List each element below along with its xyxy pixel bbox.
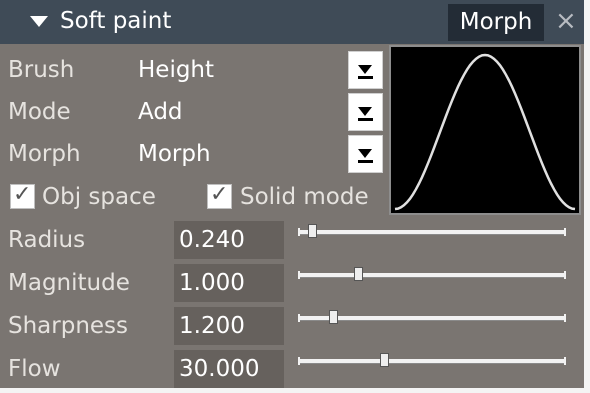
- flow-label: Flow: [8, 356, 61, 382]
- soft-paint-panel: Soft paint Morph × Brush Height Mode Add…: [0, 0, 584, 388]
- dropdown-underline: [358, 118, 373, 121]
- panel-titlebar[interactable]: Soft paint Morph ×: [0, 0, 584, 44]
- slider-thumb[interactable]: [308, 224, 317, 238]
- obj-space-checkbox[interactable]: ✓: [10, 182, 35, 209]
- magnitude-slider[interactable]: [298, 267, 566, 281]
- radius-slider[interactable]: [298, 224, 566, 238]
- solid-mode-checkbox[interactable]: ✓: [207, 182, 232, 209]
- radius-value: 0.240: [179, 227, 245, 253]
- obj-space-label: Obj space: [42, 184, 156, 210]
- tab-morph-label: Morph: [459, 9, 533, 35]
- solid-mode-label: Solid mode: [240, 184, 369, 210]
- chevron-down-icon: [358, 107, 372, 116]
- slider-end-cap: [298, 271, 300, 279]
- dropdown-underline: [358, 160, 373, 163]
- slider-thumb[interactable]: [354, 267, 363, 281]
- brush-falloff-curve[interactable]: [389, 45, 581, 215]
- sharpness-slider[interactable]: [298, 310, 566, 324]
- flow-slider[interactable]: [298, 353, 566, 367]
- slider-end-cap: [298, 357, 300, 365]
- checkmark-icon: ✓: [13, 182, 32, 207]
- chevron-down-icon: [358, 65, 372, 74]
- brush-label: Brush: [8, 57, 75, 83]
- mode-dropdown-button[interactable]: [348, 93, 383, 131]
- sharpness-label: Sharpness: [8, 313, 129, 339]
- slider-end-cap: [564, 314, 566, 322]
- brush-dropdown-button[interactable]: [348, 51, 383, 89]
- magnitude-field[interactable]: 1.000: [174, 264, 284, 302]
- slider-thumb[interactable]: [329, 310, 338, 324]
- sharpness-field[interactable]: 1.200: [174, 307, 284, 345]
- close-icon[interactable]: ×: [555, 6, 577, 36]
- sharpness-value: 1.200: [179, 313, 245, 339]
- magnitude-value: 1.000: [179, 270, 245, 296]
- slider-end-cap: [564, 271, 566, 279]
- triangle-down-icon[interactable]: [30, 16, 48, 27]
- chevron-down-icon: [358, 149, 372, 158]
- falloff-curve-graphic: [394, 53, 576, 211]
- radius-field[interactable]: 0.240: [174, 221, 284, 259]
- flow-field[interactable]: 30.000: [174, 350, 284, 388]
- radius-label: Radius: [8, 227, 86, 253]
- slider-end-cap: [564, 357, 566, 365]
- brush-value[interactable]: Height: [138, 55, 214, 85]
- mode-value[interactable]: Add: [138, 97, 183, 127]
- morph-dropdown-button[interactable]: [348, 135, 383, 173]
- slider-thumb[interactable]: [380, 353, 389, 367]
- falloff-curve-line: [394, 53, 576, 211]
- morph-value[interactable]: Morph: [138, 139, 211, 169]
- slider-end-cap: [298, 314, 300, 322]
- slider-end-cap: [298, 228, 300, 236]
- panel-title: Soft paint: [60, 8, 172, 34]
- magnitude-label: Magnitude: [8, 270, 130, 296]
- slider-end-cap: [564, 228, 566, 236]
- morph-label: Morph: [8, 141, 81, 167]
- mode-label: Mode: [8, 99, 71, 125]
- dropdown-underline: [358, 76, 373, 79]
- flow-value: 30.000: [179, 356, 260, 382]
- checkmark-icon: ✓: [210, 182, 229, 207]
- tab-morph[interactable]: Morph: [448, 4, 544, 41]
